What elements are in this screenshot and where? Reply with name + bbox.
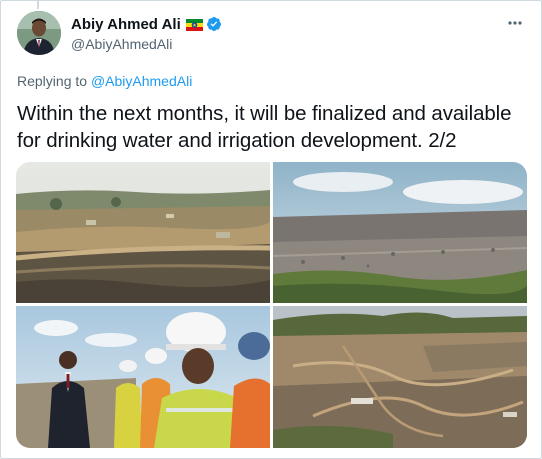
aerial-reservoir-site-photo[interactable]	[273, 306, 527, 448]
thread-connector-line	[37, 1, 39, 9]
more-options-icon[interactable]	[505, 13, 525, 33]
tweet-text: Within the next months, it will be final…	[17, 102, 512, 152]
site-visit-workers-photo[interactable]	[16, 306, 270, 448]
author-handle[interactable]: @AbiyAhmedAli	[71, 36, 222, 52]
replying-to: Replying to @AbiyAhmedAli	[17, 73, 192, 89]
verified-badge-icon	[206, 16, 222, 32]
rock-fill-dam-photo[interactable]	[273, 162, 527, 303]
ethiopia-flag-icon	[185, 18, 203, 31]
avatar[interactable]	[17, 11, 61, 55]
author-info: Abiy Ahmed Ali @AbiyAhmedAli	[71, 14, 222, 52]
author-display-name[interactable]: Abiy Ahmed Ali	[71, 16, 181, 33]
replying-to-label: Replying to	[17, 73, 91, 89]
tweet-card: Abiy Ahmed Ali @AbiyAhmedAli Replying to…	[0, 0, 542, 459]
replying-to-link[interactable]: @AbiyAhmedAli	[91, 73, 192, 89]
media-grid	[16, 162, 527, 448]
construction-site-photo[interactable]	[16, 162, 270, 303]
